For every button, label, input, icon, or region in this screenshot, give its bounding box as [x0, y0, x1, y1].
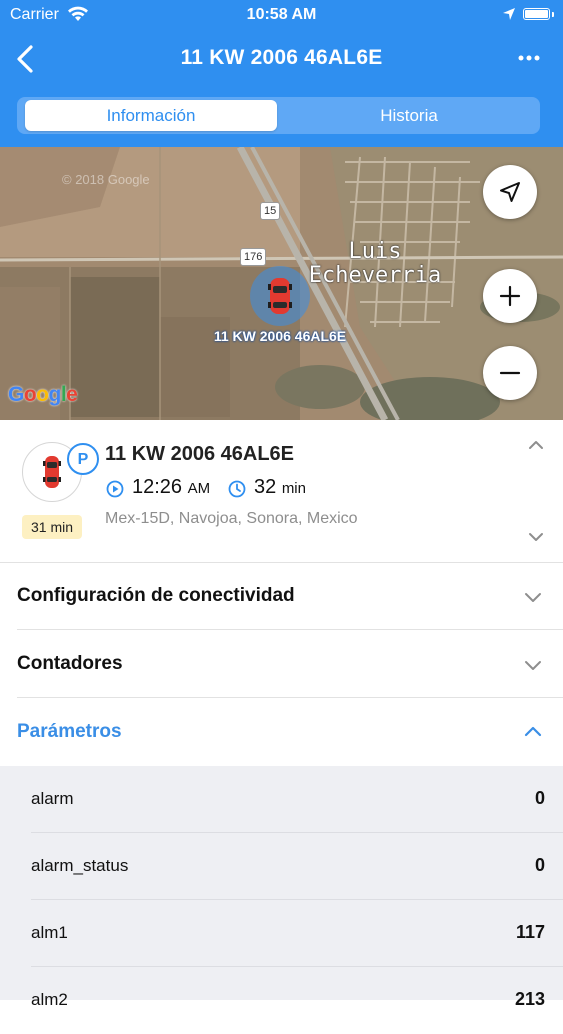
battery-tip — [552, 12, 554, 17]
chevron-down-icon — [525, 661, 541, 670]
parameter-row: alarm_status 0 — [0, 833, 563, 900]
chevron-up-icon — [524, 726, 542, 737]
vehicle-address: Mex-15D, Navojoa, Sonora, Mexico — [105, 510, 358, 527]
section-connectivity-config[interactable]: Configuración de conectividad — [0, 563, 563, 630]
chevron-down-icon — [529, 533, 543, 541]
parameter-row: alarm 0 — [0, 766, 563, 833]
parameter-row: alm2 213 — [0, 967, 563, 1034]
parameter-value: 0 — [534, 788, 545, 808]
clock-icon — [228, 480, 246, 498]
play-circle-icon — [106, 480, 124, 498]
parking-status-icon: P — [67, 443, 99, 475]
navigation-arrow-icon — [500, 182, 520, 202]
vehicle-card[interactable]: P 31 min 11 KW 2006 46AL6E 12:26 AM 32 m… — [0, 420, 563, 563]
parameter-value: 117 — [515, 922, 545, 942]
parameters-list: alarm 0 alarm_status 0 alm1 117 alm2 213 — [0, 766, 563, 1009]
divider — [17, 629, 563, 630]
google-logo: Google — [8, 383, 78, 406]
status-bar: Carrier 10:58 AM — [0, 0, 563, 30]
map-copyright: © 2018 Google — [62, 172, 150, 187]
stop-duration-badge: 31 min — [22, 515, 82, 539]
status-time: 10:58 AM — [246, 6, 317, 23]
location-arrow-icon — [502, 7, 516, 26]
duration-unit: min — [281, 480, 306, 497]
section-label: Contadores — [17, 653, 123, 674]
tab-informacion[interactable]: Información — [25, 100, 277, 131]
plus-icon — [499, 285, 521, 307]
app-header: Carrier 10:58 AM 11 KW 2006 46AL6E Infor… — [0, 0, 563, 147]
chevron-down-icon — [525, 593, 541, 602]
road-badge-15: 15 — [260, 202, 281, 220]
duration-value: 32 — [254, 476, 277, 498]
map-vehicle-label: 11 KW 2006 46AL6E — [213, 328, 347, 344]
section-parameters[interactable]: Parámetros — [0, 699, 563, 766]
parameter-name: alarm_status — [31, 856, 129, 875]
town-label-line1: Luis — [348, 239, 402, 264]
map-view[interactable]: © 2018 Google 15 176 Luis Echeverria 11 … — [0, 147, 563, 420]
parameter-name: alarm — [31, 789, 74, 808]
more-options-button[interactable] — [513, 48, 545, 68]
section-label: Parámetros — [17, 721, 122, 742]
parameter-value: 0 — [534, 855, 545, 875]
segmented-control: Información Historia — [17, 97, 540, 134]
more-dots-icon — [518, 55, 540, 61]
parameter-name: alm2 — [31, 990, 68, 1009]
town-label-line2: Echeverria — [308, 263, 442, 288]
expand-card-button[interactable] — [527, 530, 545, 548]
town-label: Luis Echeverria — [300, 240, 450, 288]
collapse-card-button[interactable] — [527, 438, 545, 456]
chevron-up-icon — [529, 441, 543, 449]
divider — [17, 697, 563, 698]
page-title: 11 KW 2006 46AL6E — [180, 46, 383, 69]
zoom-in-button[interactable] — [483, 269, 537, 323]
nav-bar: 11 KW 2006 46AL6E — [0, 38, 563, 82]
vehicle-time: 12:26 — [132, 476, 183, 498]
tab-historia[interactable]: Historia — [283, 100, 535, 131]
minus-icon — [499, 371, 521, 375]
zoom-out-button[interactable] — [483, 346, 537, 400]
parameter-name: alm1 — [31, 923, 68, 942]
locate-button[interactable] — [483, 165, 537, 219]
vehicle-name: 11 KW 2006 46AL6E — [105, 443, 294, 465]
parameter-row: alm1 117 — [0, 900, 563, 967]
section-label: Configuración de conectividad — [17, 585, 295, 606]
section-counters[interactable]: Contadores — [0, 631, 563, 698]
vehicle-time-suffix: AM — [187, 480, 211, 497]
vehicle-marker-icon[interactable] — [248, 264, 312, 328]
battery-icon — [523, 8, 550, 20]
